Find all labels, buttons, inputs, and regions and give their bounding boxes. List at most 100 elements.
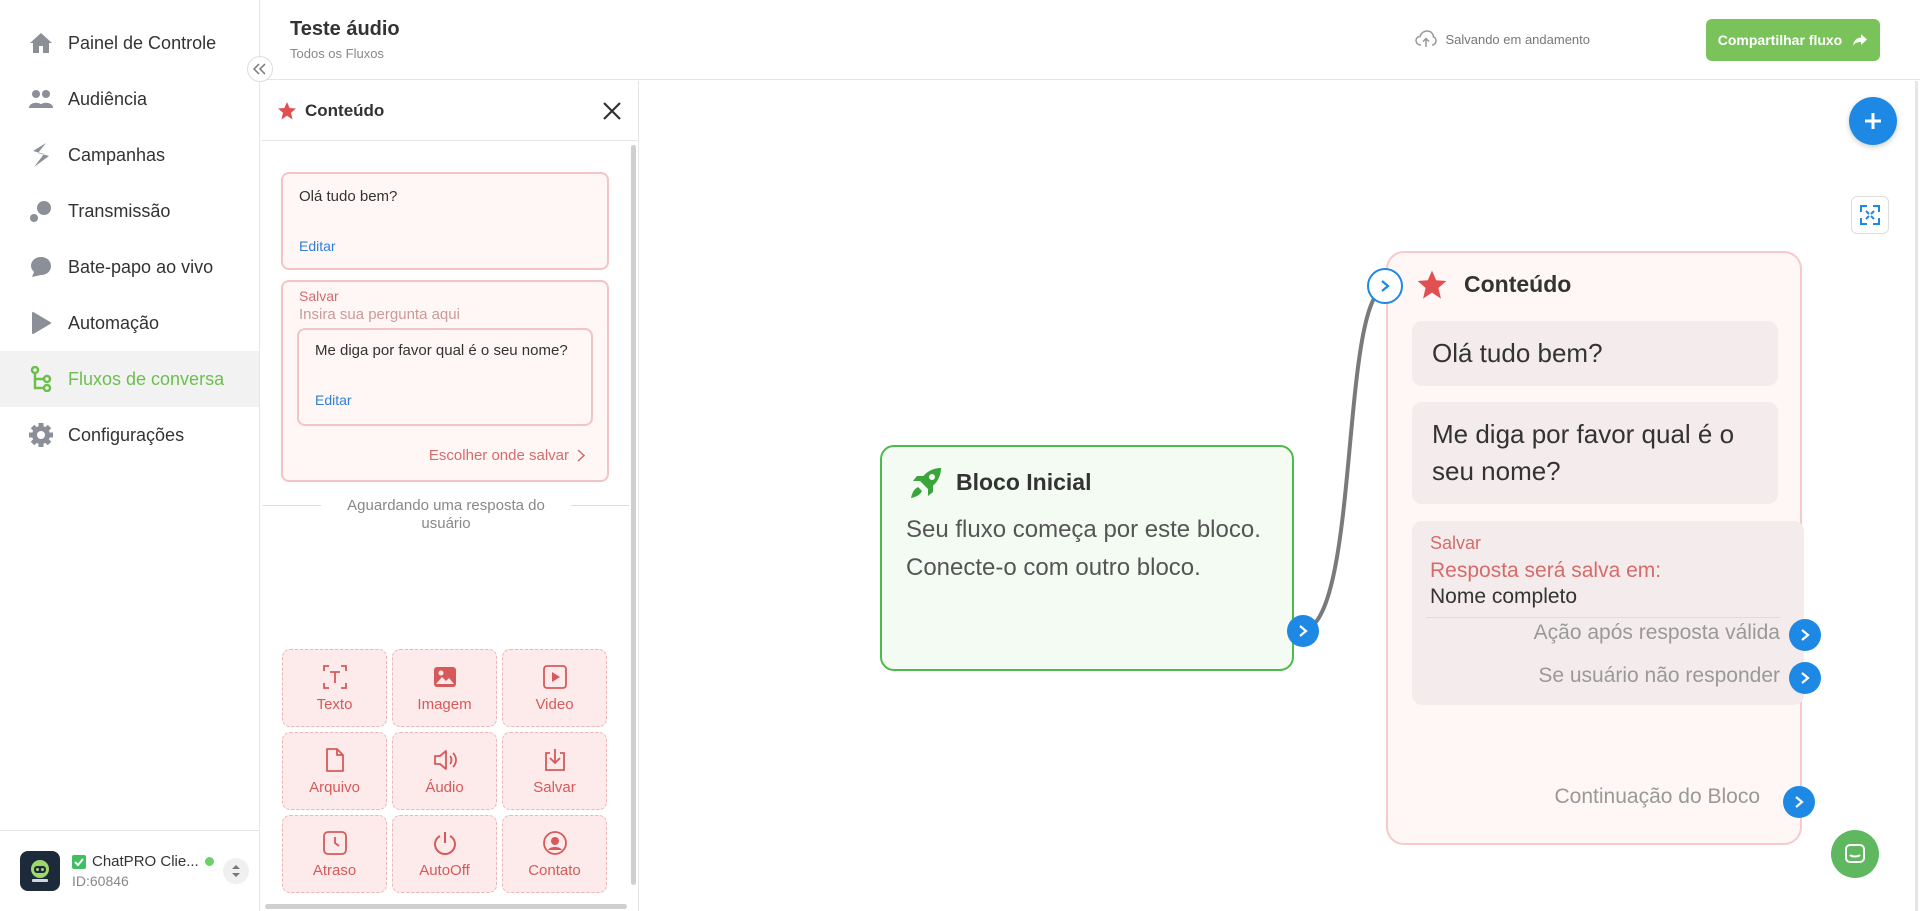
audio-icon <box>433 749 457 770</box>
sidebar-item-label: Audiência <box>68 88 148 109</box>
edit-link[interactable]: Editar <box>315 392 352 408</box>
account-switcher[interactable]: ChatPRO Clie... ID:60846 <box>0 830 259 911</box>
valid-response-output-port[interactable] <box>1789 619 1821 651</box>
gear-icon <box>28 422 54 448</box>
sidebar-item-label: Campanhas <box>68 144 166 165</box>
sidebar-item-label: Automação <box>68 312 160 333</box>
sidebar-item-conversation-flows[interactable]: Fluxos de conversa <box>0 351 259 407</box>
start-block[interactable]: Bloco Inicial Seu fluxo começa por este … <box>880 445 1294 671</box>
edit-link[interactable]: Editar <box>299 238 336 254</box>
horizontal-scrollbar[interactable] <box>265 904 627 909</box>
flow-icon <box>28 366 54 392</box>
clock-icon <box>322 830 347 855</box>
tool-contact[interactable]: Contato <box>502 815 607 893</box>
saving-status-text: Salvando em andamento <box>1445 31 1590 47</box>
save-label: Salvar <box>299 288 339 304</box>
sidebar-item-settings[interactable]: Configurações <box>0 407 259 463</box>
continuation-label: Continuação do Bloco <box>1554 785 1760 808</box>
canvas-scrollbar[interactable] <box>1915 81 1918 911</box>
sidebar-item-campaigns[interactable]: Campanhas <box>0 127 259 183</box>
choose-save-location-label: Escolher onde salvar <box>428 447 569 464</box>
text-icon <box>322 664 347 689</box>
sidebar-item-label: Transmissão <box>68 200 171 221</box>
account-id: ID:60846 <box>72 873 129 889</box>
tool-label: Video <box>535 695 574 713</box>
fit-view-button[interactable] <box>1851 196 1889 234</box>
close-icon[interactable] <box>600 99 624 123</box>
sidebar-item-label: Configurações <box>68 424 185 445</box>
tool-label: Contato <box>528 861 581 879</box>
plus-icon <box>1865 113 1881 129</box>
content-message: Olá tudo bem? <box>1412 321 1778 386</box>
tool-text[interactable]: Texto <box>282 649 387 727</box>
tool-label: Atraso <box>312 861 357 879</box>
campaign-icon <box>28 142 54 168</box>
content-block-title: Conteúdo <box>1464 271 1572 297</box>
tool-save[interactable]: Salvar <box>502 732 607 810</box>
chat-icon <box>1845 844 1865 863</box>
start-block-description: Seu fluxo começa por este bloco. Conecte… <box>906 516 1261 581</box>
chevron-right-icon <box>1801 672 1810 684</box>
waiting-divider: Aguardando uma resposta do usuário <box>261 497 631 533</box>
chevron-up-down-icon[interactable] <box>223 858 249 884</box>
save-question-card: Salvar Insira sua pergunta aqui Me diga … <box>281 280 609 482</box>
sidebar-item-label: Bate-papo ao vivo <box>68 256 214 277</box>
sidebar-item-audience[interactable]: Audiência <box>0 71 259 127</box>
rocket-icon <box>911 468 941 498</box>
star-icon <box>278 101 296 119</box>
play-icon <box>28 310 54 336</box>
support-chat-button[interactable] <box>1831 830 1879 878</box>
sidebar-item-dashboard[interactable]: Painel de Controle <box>0 15 259 71</box>
tool-autooff[interactable]: AutoOff <box>392 815 497 893</box>
collapse-sidebar-button[interactable] <box>247 56 273 82</box>
chevron-right-icon <box>1381 280 1390 292</box>
sidebar-item-automation[interactable]: Automação <box>0 295 259 351</box>
save-icon <box>544 748 565 771</box>
continuation-output-port[interactable] <box>1783 786 1815 818</box>
tool-label: Salvar <box>533 778 576 796</box>
question-placeholder: Insira sua pergunta aqui <box>299 306 460 323</box>
star-icon <box>1417 270 1447 299</box>
tool-file[interactable]: Arquivo <box>282 732 387 810</box>
sidebar: Painel de Controle Audiência Campanhas T… <box>0 0 260 911</box>
question-card[interactable]: Me diga por favor qual é o seu nome? Edi… <box>297 328 593 426</box>
flow-canvas[interactable]: Bloco Inicial Seu fluxo começa por este … <box>640 81 1920 911</box>
chat-bubble-icon <box>28 254 54 280</box>
tool-label: Áudio <box>425 778 464 796</box>
start-block-output-port[interactable] <box>1287 615 1319 647</box>
content-panel: Conteúdo Olá tudo bem? Editar Salvar Ins… <box>261 81 639 911</box>
vertical-scrollbar[interactable] <box>631 145 636 885</box>
message-card[interactable]: Olá tudo bem? Editar <box>281 172 609 270</box>
no-response-output-port[interactable] <box>1789 662 1821 694</box>
no-response-label: Se usuário não responder <box>1538 664 1780 687</box>
content-block-input-port[interactable] <box>1367 268 1403 304</box>
valid-response-action-label: Ação após resposta válida <box>1533 621 1780 644</box>
panel-title: Conteúdo <box>305 100 385 120</box>
sidebar-item-label: Fluxos de conversa <box>68 368 225 389</box>
check-icon <box>72 854 86 869</box>
tool-image[interactable]: Imagem <box>392 649 497 727</box>
share-flow-button[interactable]: Compartilhar fluxo <box>1706 19 1880 61</box>
power-icon <box>433 831 456 855</box>
breadcrumb[interactable]: Todos os Fluxos <box>290 46 384 61</box>
image-icon <box>433 666 456 687</box>
cloud-upload-icon <box>1415 30 1438 47</box>
sidebar-item-live-chat[interactable]: Bate-papo ao vivo <box>0 239 259 295</box>
top-header: Teste áudio Todos os Fluxos Salvando em … <box>261 0 1920 80</box>
choose-save-location-link[interactable]: Escolher onde salvar <box>429 447 585 464</box>
save-label: Salvar <box>1430 533 1482 553</box>
online-status-dot <box>204 857 214 866</box>
video-icon <box>542 664 567 689</box>
content-block[interactable]: Conteúdo Olá tudo bem? Me diga por favor… <box>1386 251 1804 845</box>
tool-delay[interactable]: Atraso <box>282 815 387 893</box>
avatar <box>20 851 60 891</box>
contact-icon <box>542 830 567 855</box>
double-chevron-left-icon <box>253 63 266 75</box>
sidebar-item-broadcast[interactable]: Transmissão <box>0 183 259 239</box>
save-description: Resposta será salva em: <box>1430 559 1662 582</box>
add-block-button[interactable] <box>1849 97 1897 145</box>
share-arrow-icon <box>1853 34 1868 46</box>
tool-audio[interactable]: Áudio <box>392 732 497 810</box>
content-message: Me diga por favor qual é o seu nome? <box>1412 402 1778 504</box>
tool-video[interactable]: Video <box>502 649 607 727</box>
